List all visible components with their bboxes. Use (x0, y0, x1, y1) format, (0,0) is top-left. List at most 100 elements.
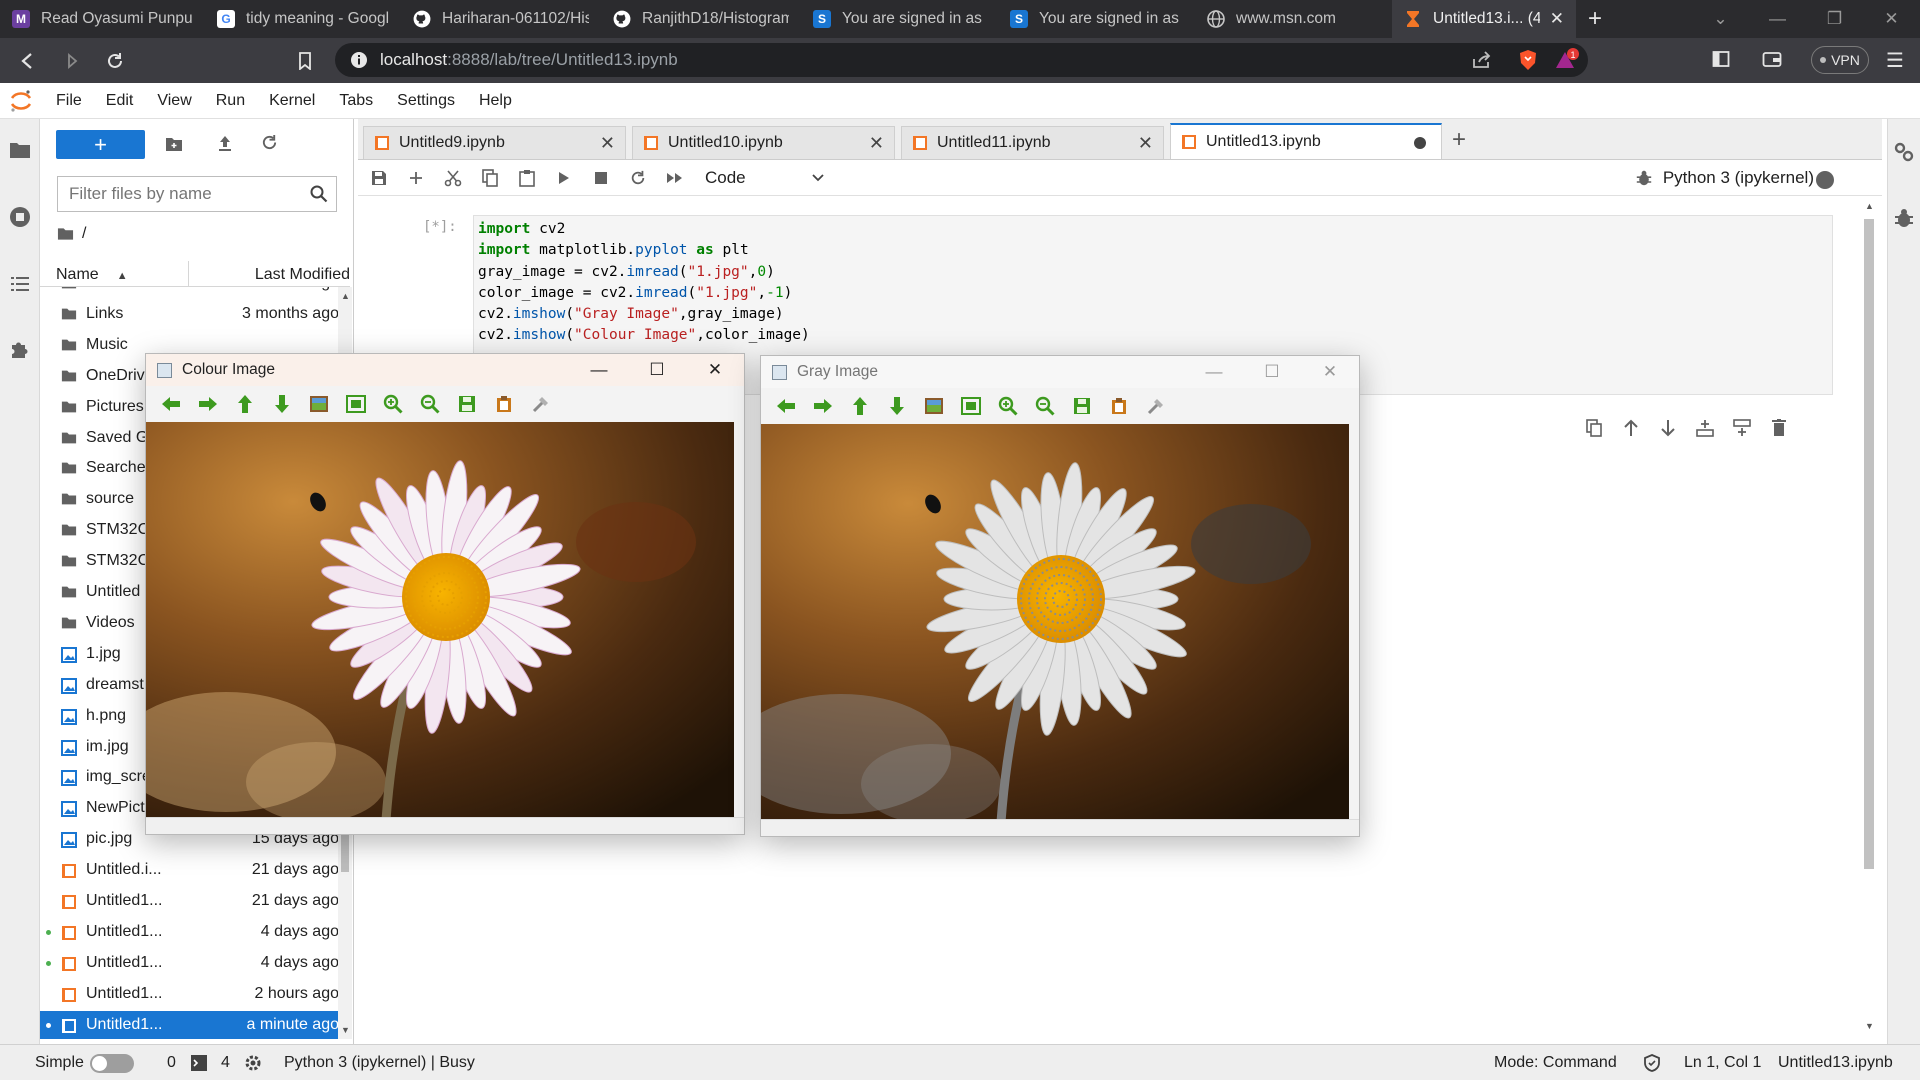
close-icon[interactable]: ✕ (1301, 356, 1359, 388)
new-folder-icon[interactable] (165, 136, 183, 152)
notebook-scrollbar[interactable]: ▲ ▼ (1862, 201, 1876, 1031)
paste-icon[interactable] (508, 160, 545, 196)
save-icon[interactable] (360, 160, 397, 196)
browser-tab[interactable]: Hariharan-061102/Hist (401, 0, 601, 38)
scrollbar-thumb[interactable] (1864, 219, 1874, 869)
kernel-status[interactable]: Python 3 (ipykernel) | Busy (284, 1054, 475, 1072)
maximize-icon[interactable]: ☐ (628, 354, 686, 386)
cursor-position[interactable]: Ln 1, Col 1 (1684, 1054, 1761, 1072)
cell-type-dropdown[interactable]: Code (705, 168, 824, 188)
zoom-fit-icon[interactable] (952, 391, 989, 421)
close-icon[interactable]: ✕ (600, 133, 615, 154)
column-name-header[interactable]: Name ▲ (56, 266, 128, 284)
wallet-icon[interactable] (1762, 50, 1782, 68)
upload-icon[interactable] (217, 134, 233, 152)
browser-tab[interactable]: RanjithD18/Histogram (601, 0, 801, 38)
file-row[interactable]: Untitled1... a minute ago (40, 1010, 339, 1039)
zoom-in-icon[interactable] (374, 389, 411, 419)
pan-right-icon[interactable] (189, 389, 226, 419)
kernel-name[interactable]: Python 3 (ipykernel) (1663, 168, 1814, 188)
browser-tab-active[interactable]: Untitled13.i... (4) ✕ (1392, 0, 1576, 38)
menu-kernel[interactable]: Kernel (269, 92, 315, 110)
column-modified-header[interactable]: Last Modified (255, 266, 350, 284)
browser-tab[interactable]: S You are signed in as 21 (998, 0, 1195, 38)
file-row[interactable]: Links 3 months ago (40, 300, 339, 330)
delete-cell-icon[interactable] (1760, 419, 1797, 437)
cut-icon[interactable] (434, 160, 471, 196)
pan-left-icon[interactable] (767, 391, 804, 421)
tab-untitled13[interactable]: Untitled13.ipynb (1170, 123, 1442, 159)
property-inspector-icon[interactable] (1893, 141, 1915, 163)
save-image-icon[interactable] (1063, 391, 1100, 421)
maximize-icon[interactable]: ☐ (1243, 356, 1301, 388)
code-editor[interactable]: import cv2 import matplotlib.pyplot as pl… (478, 219, 810, 347)
close-icon[interactable]: ✕ (686, 354, 744, 386)
zoom-fit-icon[interactable] (337, 389, 374, 419)
insert-cell-icon[interactable] (397, 160, 434, 196)
file-row[interactable]: Untitled1... 4 days ago (40, 949, 339, 979)
tab-search-icon[interactable]: ⌄ (1692, 9, 1749, 29)
properties-icon[interactable] (522, 389, 559, 419)
colour-image-display[interactable] (146, 422, 734, 820)
close-icon[interactable]: ✕ (1138, 133, 1153, 154)
zoom-original-icon[interactable] (300, 389, 337, 419)
file-row[interactable]: Untitled1... 4 days ago (40, 918, 339, 948)
menu-edit[interactable]: Edit (106, 92, 134, 110)
table-of-contents-icon[interactable] (8, 272, 32, 296)
insert-below-icon[interactable] (1723, 419, 1760, 437)
simple-mode-toggle[interactable] (90, 1054, 134, 1073)
site-info-icon[interactable] (350, 51, 368, 69)
properties-icon[interactable] (1137, 391, 1174, 421)
scrollbar-thumb[interactable] (341, 832, 349, 872)
tab-untitled11[interactable]: Untitled11.ipynb ✕ (901, 126, 1164, 159)
kernel-gear-icon[interactable] (244, 1054, 262, 1072)
pan-down-icon[interactable] (878, 391, 915, 421)
copy-icon[interactable] (471, 160, 508, 196)
minimize-icon[interactable]: — (1185, 356, 1243, 388)
save-image-icon[interactable] (448, 389, 485, 419)
tab-untitled10[interactable]: Untitled10.ipynb ✕ (632, 126, 895, 159)
tab-untitled9[interactable]: Untitled9.ipynb ✕ (363, 126, 626, 159)
file-row[interactable]: Favorites 3 months ago (40, 287, 339, 299)
scroll-down-icon[interactable]: ▼ (341, 1025, 350, 1035)
new-tab-icon[interactable]: + (1452, 126, 1466, 154)
file-row[interactable]: Untitled1... 2 hours ago (40, 980, 339, 1010)
file-row[interactable]: Untitled.i... 21 days ago (40, 856, 339, 886)
minimize-icon[interactable]: — (570, 354, 628, 386)
bug-icon[interactable] (1636, 169, 1652, 187)
unsaved-dot-icon[interactable] (1414, 137, 1426, 149)
menu-view[interactable]: View (157, 92, 191, 110)
extensions-icon[interactable] (8, 337, 32, 361)
home-folder-icon[interactable] (57, 227, 74, 241)
brave-rewards-icon[interactable]: 1 (1554, 48, 1580, 72)
gray-image-window[interactable]: Gray Image — ☐ ✕ (760, 355, 1360, 837)
folder-icon[interactable] (8, 138, 32, 162)
running-kernels-icon[interactable] (8, 205, 32, 229)
restart-icon[interactable] (619, 160, 656, 196)
zoom-out-icon[interactable] (1026, 391, 1063, 421)
browser-tab[interactable]: www.msn.com (1195, 0, 1392, 38)
restore-icon[interactable]: ❐ (1806, 9, 1863, 29)
vpn-button[interactable]: VPN (1811, 46, 1869, 74)
stop-icon[interactable] (582, 160, 619, 196)
restart-run-all-icon[interactable] (656, 160, 693, 196)
window-titlebar[interactable]: Gray Image — ☐ ✕ (761, 356, 1359, 388)
zoom-in-icon[interactable] (989, 391, 1026, 421)
run-icon[interactable] (545, 160, 582, 196)
forward-icon[interactable] (53, 42, 91, 80)
browser-tab[interactable]: S You are signed in as 21 (801, 0, 998, 38)
menu-file[interactable]: File (56, 92, 82, 110)
new-launcher-button[interactable]: + (56, 130, 145, 159)
scroll-down-icon[interactable]: ▼ (1865, 1021, 1874, 1031)
back-icon[interactable] (8, 42, 46, 80)
terminal-icon[interactable] (191, 1055, 207, 1071)
move-up-icon[interactable] (1612, 419, 1649, 437)
browser-tab[interactable]: G tidy meaning - Google (205, 0, 401, 38)
reload-icon[interactable] (96, 42, 134, 80)
move-down-icon[interactable] (1649, 419, 1686, 437)
gray-image-display[interactable] (761, 424, 1349, 822)
menu-tabs[interactable]: Tabs (339, 92, 373, 110)
zoom-original-icon[interactable] (915, 391, 952, 421)
pan-down-icon[interactable] (263, 389, 300, 419)
debugger-icon[interactable] (1894, 207, 1914, 229)
